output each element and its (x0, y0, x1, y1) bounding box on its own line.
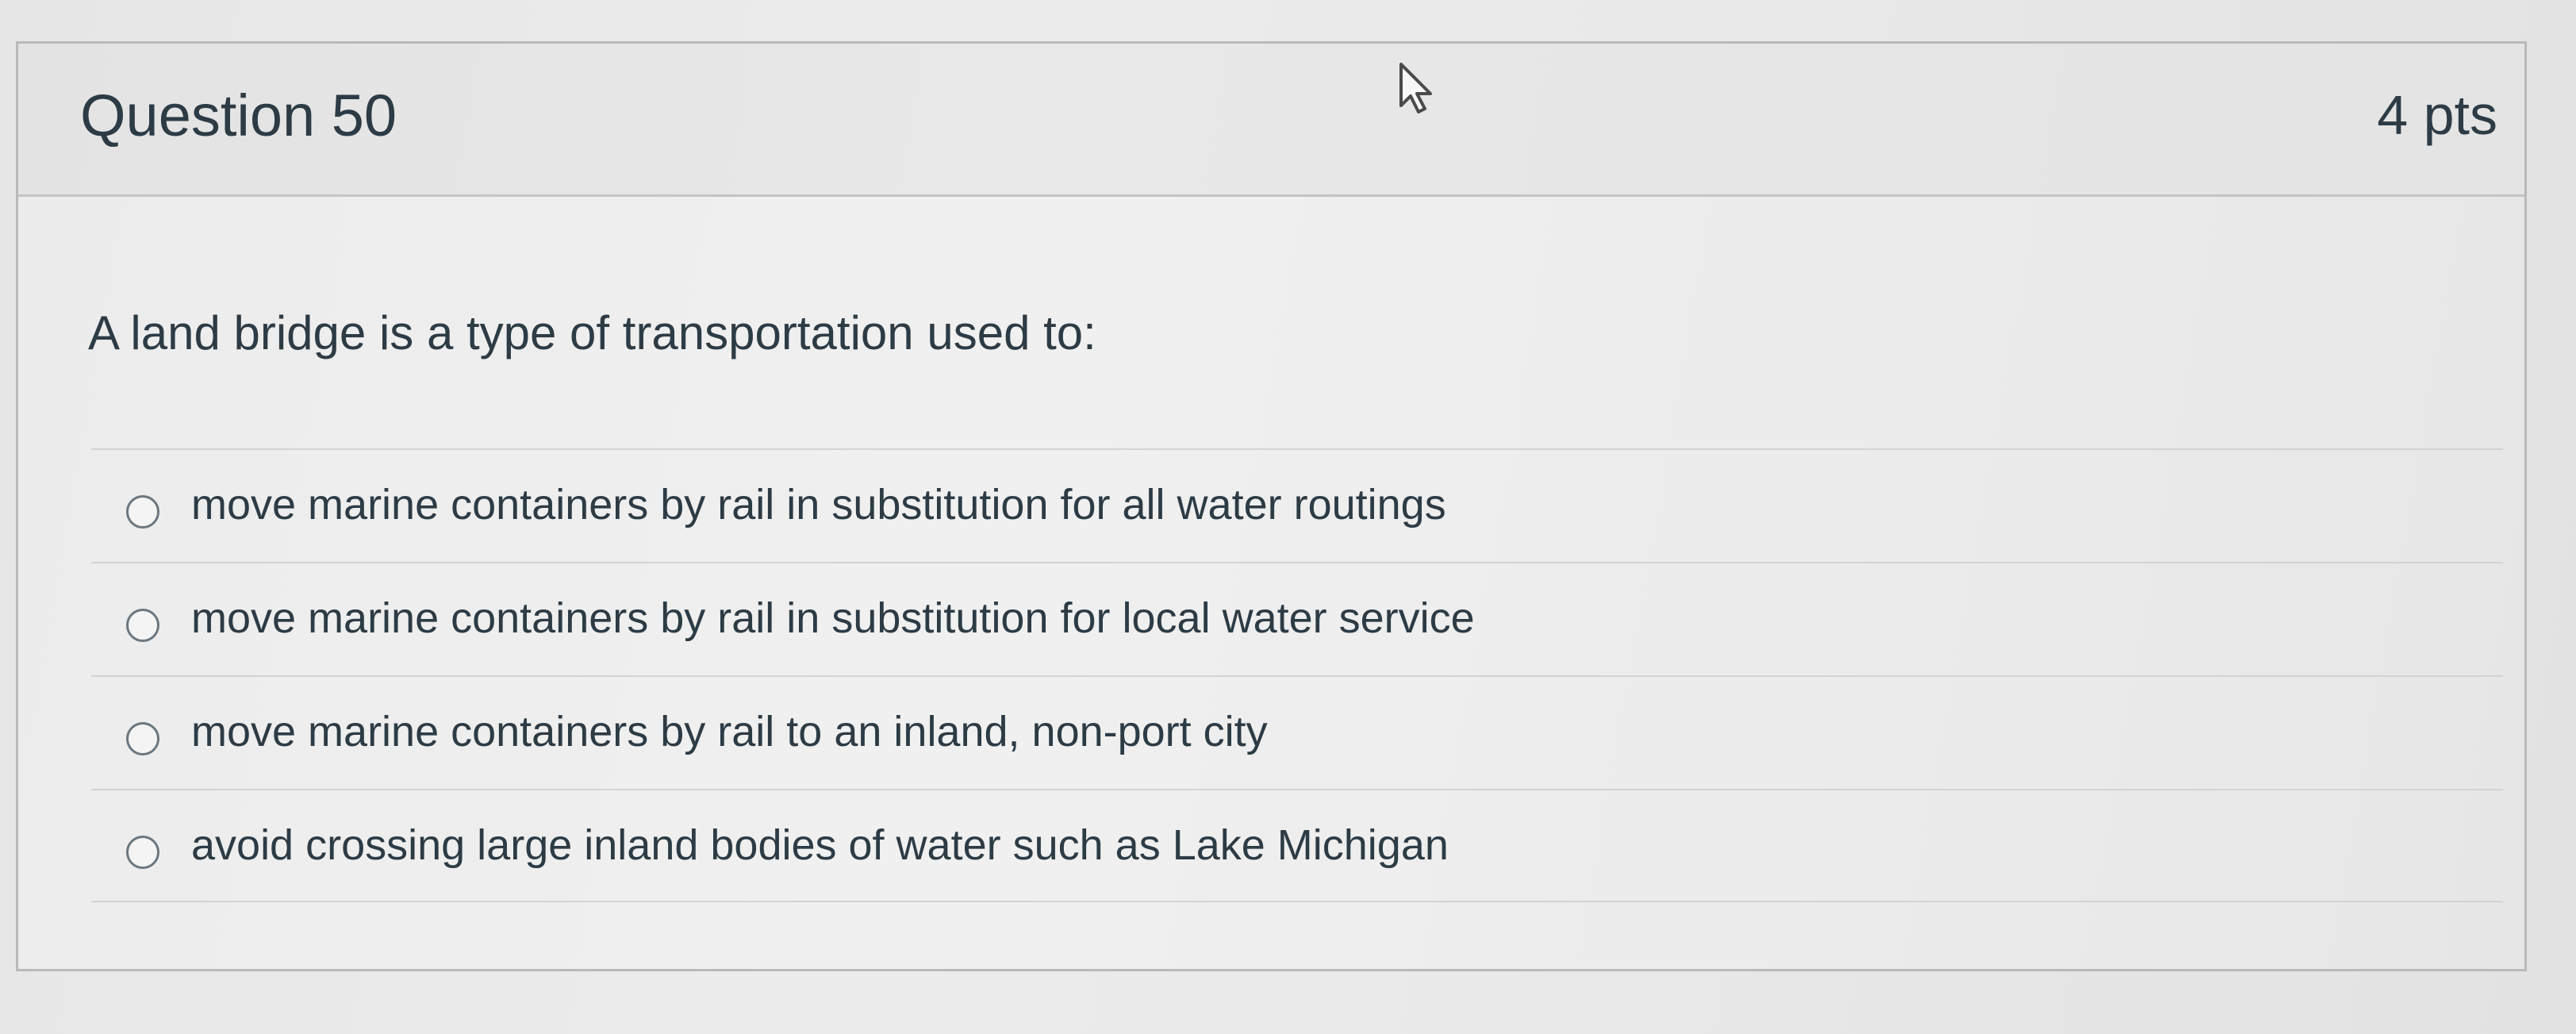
question-title: Question 50 (80, 83, 397, 148)
radio-button[interactable] (126, 495, 159, 529)
radio-button[interactable] (126, 722, 159, 755)
answer-label[interactable]: move marine containers by rail to an inl… (191, 707, 1268, 756)
answer-option[interactable]: move marine containers by rail in substi… (91, 562, 2503, 675)
question-header: Question 50 4 pts (18, 44, 2524, 197)
radio-button[interactable] (126, 836, 159, 869)
mouse-pointer-icon (1399, 63, 1432, 113)
answer-option[interactable]: avoid crossing large inland bodies of wa… (91, 789, 2503, 902)
answer-label[interactable]: avoid crossing large inland bodies of wa… (191, 821, 1449, 870)
question-prompt: A land bridge is a type of transportatio… (88, 306, 1096, 359)
answer-label[interactable]: move marine containers by rail in substi… (191, 594, 1475, 643)
answer-label[interactable]: move marine containers by rail in substi… (191, 480, 1446, 529)
radio-button[interactable] (126, 609, 159, 642)
answer-list: move marine containers by rail in substi… (91, 448, 2503, 902)
answer-option[interactable]: move marine containers by rail in substi… (91, 448, 2503, 562)
question-points: 4 pts (2377, 84, 2497, 146)
question-card: Question 50 4 pts A land bridge is a typ… (16, 41, 2527, 971)
answer-option[interactable]: move marine containers by rail to an inl… (91, 675, 2503, 789)
